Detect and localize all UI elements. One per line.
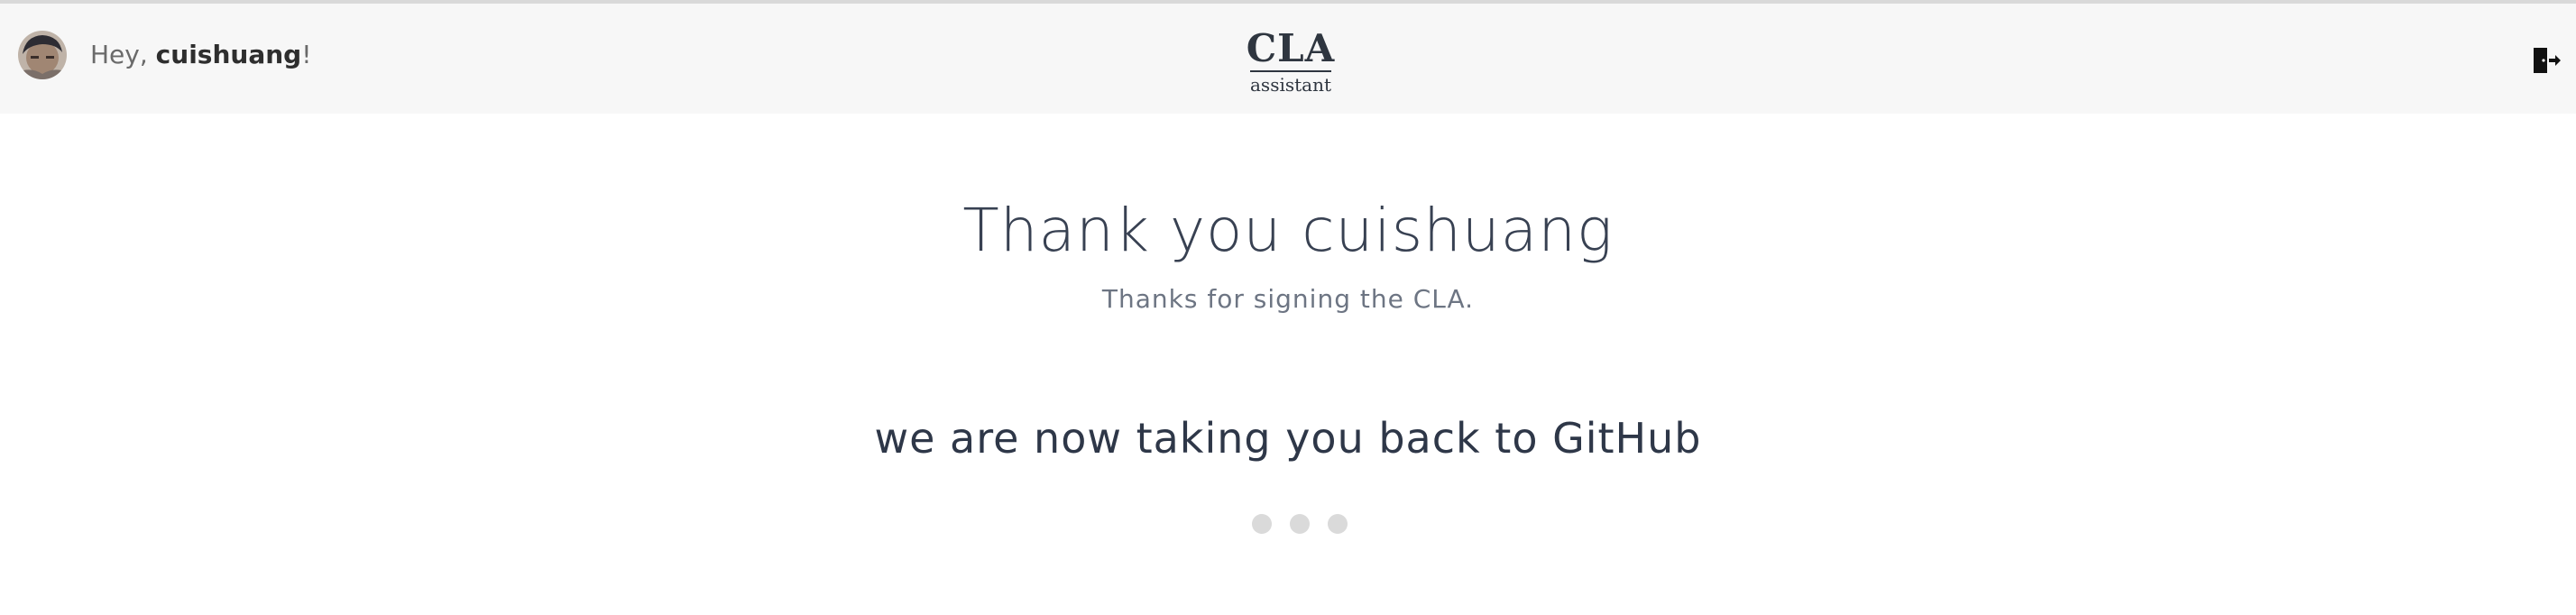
avatar[interactable] xyxy=(18,31,67,79)
loading-indicator xyxy=(1252,514,1353,536)
greeting-text: Hey, cuishuang! xyxy=(90,40,311,70)
redirect-message: we are now taking you back to GitHub xyxy=(874,414,1702,463)
sign-out-icon xyxy=(2534,48,2561,73)
logo-divider xyxy=(1250,70,1331,72)
username: cuishuang xyxy=(155,40,302,69)
greeting-suffix: ! xyxy=(301,40,312,69)
logo-subtitle: assistant xyxy=(1250,74,1331,96)
header-bar: Hey, cuishuang! CLA assistant xyxy=(0,4,2576,114)
page-subtitle: Thanks for signing the CLA. xyxy=(1101,284,1475,314)
cla-assistant-logo[interactable]: CLA assistant xyxy=(1245,29,1337,97)
page-title: Thank you cuishuang xyxy=(962,196,1614,265)
avatar-photo-icon xyxy=(18,31,67,79)
greeting-prefix: Hey, xyxy=(90,40,156,69)
loading-dot xyxy=(1328,514,1348,534)
loading-dot xyxy=(1290,514,1310,534)
logo-title: CLA xyxy=(1246,26,1336,70)
sign-out-button[interactable] xyxy=(2531,45,2562,76)
loading-dot xyxy=(1252,514,1272,534)
